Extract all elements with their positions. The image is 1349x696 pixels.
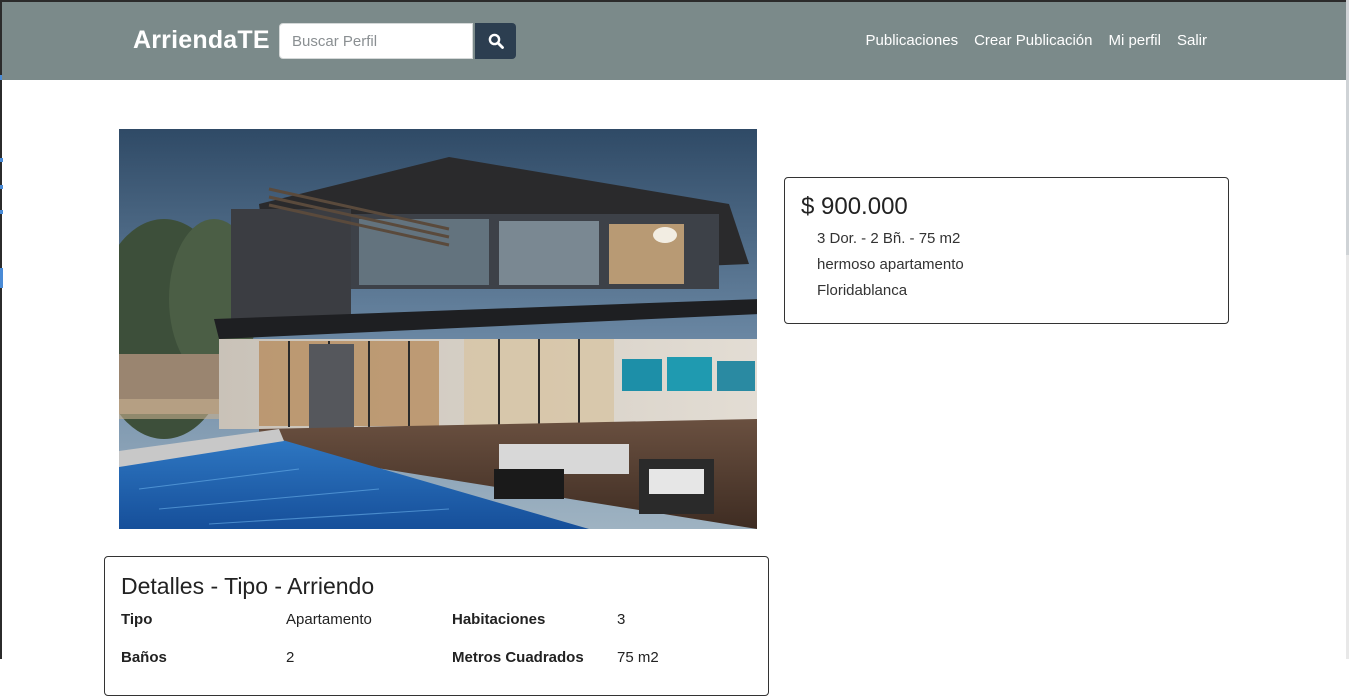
nav-link-mi-perfil[interactable]: Mi perfil: [1108, 32, 1161, 49]
search-icon: [488, 33, 504, 49]
window-frame-left: [0, 0, 2, 659]
listing-location: Floridablanca: [817, 282, 908, 299]
detail-value-banos: 2: [286, 649, 295, 666]
edge-marker: [0, 185, 3, 189]
nav-link-crear-publicacion[interactable]: Crear Publicación: [974, 32, 1092, 49]
detail-value-tipo: Apartamento: [286, 611, 372, 628]
detail-label-metros: Metros Cuadrados: [452, 649, 584, 666]
detail-value-metros: 75 m2: [617, 649, 659, 666]
brand-logo[interactable]: ArriendaTE: [133, 26, 270, 55]
detail-value-habitaciones: 3: [617, 611, 626, 628]
details-card: Detalles - Tipo - Arriendo Tipo Apartame…: [104, 556, 769, 696]
search-button[interactable]: [475, 23, 516, 59]
top-navbar: ArriendaTE Publicaciones Crear Publicaci…: [2, 2, 1346, 80]
property-photo: [119, 129, 757, 529]
listing-summary: 3 Dor. - 2 Bñ. - 75 m2: [817, 230, 961, 247]
detail-label-habitaciones: Habitaciones: [452, 611, 546, 628]
edge-marker: [0, 158, 3, 162]
detail-label-banos: Baños: [121, 649, 167, 666]
nav-links: Publicaciones Crear Publicación Mi perfi…: [866, 32, 1207, 49]
nav-link-publicaciones[interactable]: Publicaciones: [866, 32, 959, 49]
nav-link-salir[interactable]: Salir: [1177, 32, 1207, 49]
edge-marker: [0, 268, 3, 288]
listing-price: $ 900.000: [801, 193, 908, 220]
price-card: $ 900.000 3 Dor. - 2 Bñ. - 75 m2 hermoso…: [784, 177, 1229, 324]
edge-marker: [0, 210, 3, 214]
listing-description: hermoso apartamento: [817, 256, 964, 273]
details-title: Detalles - Tipo - Arriendo: [121, 573, 375, 599]
house-illustration: [119, 129, 757, 529]
detail-label-tipo: Tipo: [121, 611, 153, 628]
search-input[interactable]: [279, 23, 473, 59]
